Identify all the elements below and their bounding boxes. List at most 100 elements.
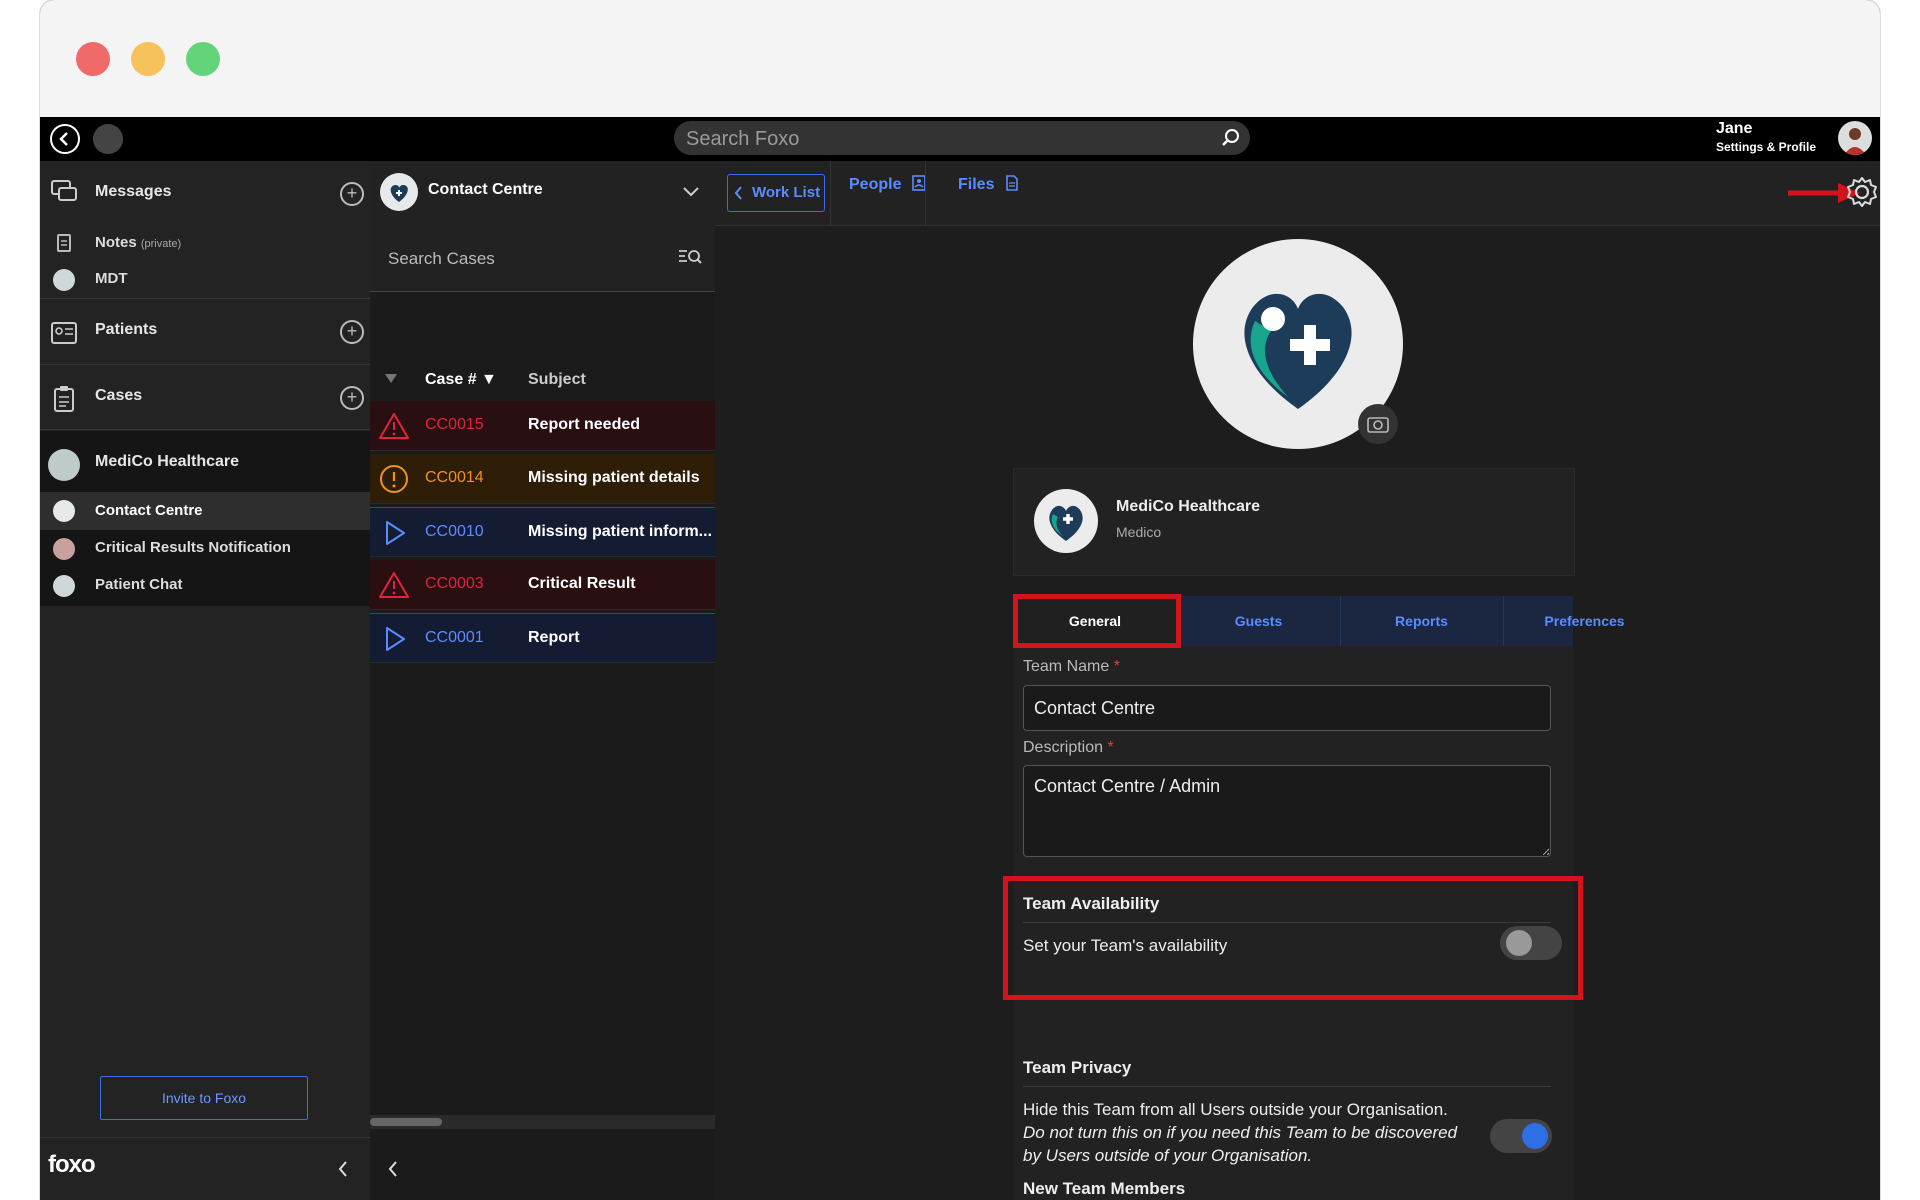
team-privacy-description: Hide this Team from all Users outside yo…	[1023, 1100, 1458, 1165]
description-textarea[interactable]: Contact Centre / Admin	[1023, 765, 1551, 857]
team-settings-panel: Work List People Files MediCo Healthcare…	[715, 161, 1880, 1200]
case-subject: Missing patient inform...	[528, 523, 713, 540]
team-logo-icon	[53, 500, 75, 522]
add-case-button[interactable]: +	[340, 386, 364, 410]
case-number: CC0015	[425, 416, 484, 433]
sidebar-item-messages[interactable]: Messages	[95, 183, 172, 201]
sidebar-team-patient-chat[interactable]: Patient Chat	[95, 576, 183, 593]
tab-files[interactable]: Files	[958, 175, 1019, 194]
general-form: Team Name * Description * Contact Centre…	[1013, 646, 1573, 1200]
case-number: CC0010	[425, 523, 484, 540]
search-icon[interactable]	[1220, 127, 1242, 149]
org-logo	[1034, 489, 1098, 553]
org-logo-icon	[48, 449, 80, 481]
invite-to-foxo-button[interactable]: Invite to Foxo	[100, 1076, 308, 1120]
table-row[interactable]: CC0001 Report	[370, 613, 715, 663]
chat-icon	[51, 180, 77, 201]
note-icon	[57, 234, 71, 252]
alert-circle-icon	[380, 465, 408, 493]
sidebar-team-critical-results[interactable]: Critical Results Notification	[95, 539, 291, 556]
org-name: MediCo Healthcare	[1116, 498, 1261, 515]
tab-general[interactable]: General	[1013, 596, 1177, 646]
team-privacy-title: Team Privacy	[1023, 1058, 1132, 1077]
tab-guests[interactable]: Guests	[1177, 596, 1341, 646]
user-menu[interactable]: Jane Settings & Profile	[1716, 120, 1816, 154]
chevron-down-icon[interactable]	[682, 185, 700, 199]
sidebar-item-mdt[interactable]: MDT	[95, 270, 128, 287]
cases-panel: Contact Centre Case # ▼ Subject CC0015 Re…	[370, 161, 715, 1200]
maximize-window-button[interactable]	[186, 42, 220, 76]
patient-card-icon	[51, 322, 77, 344]
team-name-input[interactable]	[1023, 685, 1551, 731]
back-button[interactable]	[50, 124, 80, 154]
chevron-left-icon	[734, 186, 742, 200]
main-toolbar: Work List People Files	[715, 161, 1880, 226]
avatar[interactable]	[1838, 121, 1872, 155]
settings-profile-link[interactable]: Settings & Profile	[1716, 140, 1816, 154]
team-logo-icon	[380, 173, 418, 211]
col-case-number[interactable]: Case # ▼	[425, 371, 497, 389]
case-subject: Report needed	[528, 416, 641, 433]
camera-icon	[1367, 417, 1389, 433]
alert-triangle-icon	[379, 413, 409, 439]
play-icon	[386, 627, 405, 651]
team-logo-icon	[53, 575, 75, 597]
sidebar-team-contact-centre[interactable]: Contact Centre	[95, 502, 203, 519]
search-cases-input[interactable]	[386, 243, 670, 275]
minimize-window-button[interactable]	[131, 42, 165, 76]
org-teams-block: MediCo Healthcare Contact Centre Critica…	[40, 431, 370, 606]
add-message-button[interactable]: +	[340, 182, 364, 206]
team-logo-icon	[53, 538, 75, 560]
search-cases	[370, 225, 715, 292]
sidebar-item-notes[interactable]: Notes (private)	[95, 234, 181, 251]
tab-preferences[interactable]: Preferences	[1503, 596, 1666, 646]
chevron-left-icon	[59, 132, 68, 146]
change-photo-button[interactable]	[1358, 404, 1398, 444]
sidebar-item-cases[interactable]: Cases	[95, 387, 142, 405]
team-availability-toggle[interactable]	[1500, 926, 1562, 960]
team-title: Contact Centre	[428, 181, 543, 198]
tab-reports[interactable]: Reports	[1340, 596, 1504, 646]
case-subject: Report	[528, 629, 580, 646]
top-bar: Jane Settings & Profile	[40, 117, 1880, 161]
sidebar: Messages + Notes (private) MDT Patients …	[40, 161, 370, 1200]
collapse-sidebar-icon[interactable]	[336, 1159, 350, 1179]
description-label: Description *	[1023, 739, 1114, 756]
col-subject[interactable]: Subject	[528, 371, 586, 389]
org-switch-icon[interactable]	[93, 124, 123, 154]
app-window: Jane Settings & Profile Messages + Notes…	[40, 0, 1880, 1200]
filter-search-icon[interactable]	[678, 247, 702, 267]
alert-triangle-icon	[379, 572, 409, 598]
sidebar-team-active-bg	[40, 492, 370, 530]
case-number: CC0014	[425, 469, 484, 486]
table-row[interactable]: CC0015 Report needed	[370, 401, 715, 451]
messages-section: Messages + Notes (private) MDT	[40, 161, 370, 291]
horizontal-scrollbar[interactable]	[370, 1115, 715, 1129]
worklist-button[interactable]: Work List	[727, 174, 825, 212]
team-selector[interactable]: Contact Centre	[370, 161, 715, 225]
team-availability-text: Set your Team's availability	[1023, 936, 1228, 955]
team-privacy-toggle[interactable]	[1490, 1119, 1552, 1153]
org-subtitle: Medico	[1116, 524, 1162, 540]
table-row[interactable]: CC0014 Missing patient details	[370, 454, 715, 504]
add-patient-button[interactable]: +	[340, 320, 364, 344]
user-name: Jane	[1715, 120, 1753, 137]
case-number: CC0003	[425, 575, 484, 592]
gear-icon[interactable]	[1845, 175, 1879, 209]
sidebar-org-name[interactable]: MediCo Healthcare	[95, 453, 239, 471]
play-icon	[386, 521, 405, 545]
clipboard-icon	[54, 386, 74, 412]
collapse-list-icon[interactable]	[384, 373, 398, 385]
file-icon	[1006, 175, 1018, 191]
sidebar-item-patients[interactable]: Patients	[95, 321, 157, 339]
table-row[interactable]: CC0003 Critical Result	[370, 560, 715, 610]
team-availability-title: Team Availability	[1023, 894, 1160, 913]
global-search-input[interactable]	[684, 121, 1208, 157]
table-row[interactable]: CC0010 Missing patient inform...	[370, 507, 715, 557]
close-window-button[interactable]	[76, 42, 110, 76]
foxo-logo: foxo	[48, 1151, 96, 1178]
people-icon	[912, 175, 926, 191]
collapse-panel-icon[interactable]	[386, 1159, 400, 1179]
tab-people[interactable]: People	[849, 175, 926, 194]
mdt-logo-icon	[53, 269, 75, 291]
